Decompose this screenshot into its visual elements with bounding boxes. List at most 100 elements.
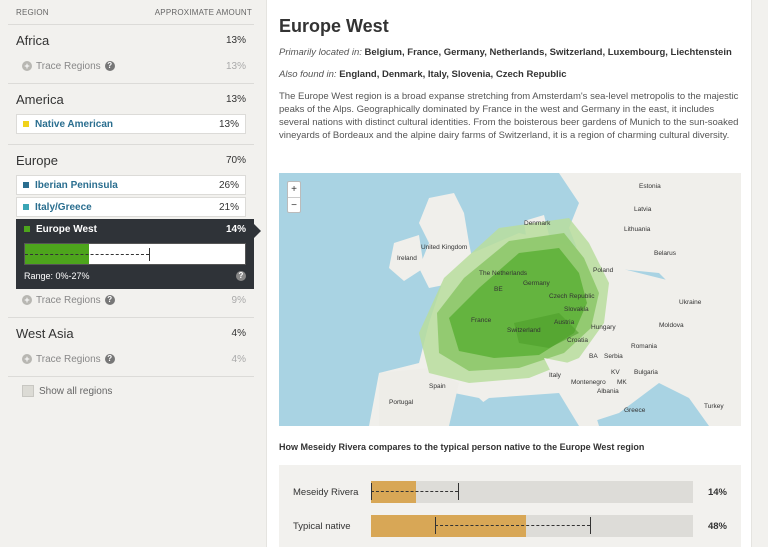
- map-label: Croatia: [567, 337, 588, 344]
- range-bar: [24, 243, 246, 265]
- row-bar: [371, 515, 693, 537]
- map-label: Lithuania: [624, 226, 651, 233]
- subregion-label: Italy/Greece: [35, 201, 92, 213]
- map-label: The Netherlands: [479, 270, 528, 277]
- show-all-checkbox[interactable]: [22, 385, 34, 397]
- primary-location: Primarily located in: Belgium, France, G…: [279, 47, 732, 58]
- map-label: Serbia: [604, 353, 623, 360]
- map-label: Ukraine: [679, 299, 702, 306]
- color-swatch: [23, 182, 29, 188]
- region-title: Europe West: [279, 16, 389, 36]
- trace-label: Trace Regions: [36, 294, 101, 306]
- plus-icon: +: [22, 354, 32, 364]
- region-header: REGION: [16, 8, 49, 17]
- map-label: Moldova: [659, 322, 684, 329]
- color-swatch: [23, 121, 29, 127]
- subregion-pct: 26%: [218, 179, 239, 191]
- row-range-end-tick: [457, 483, 459, 500]
- help-icon[interactable]: ?: [104, 295, 115, 305]
- map-label: Germany: [523, 280, 550, 287]
- color-swatch: [24, 226, 30, 232]
- group-africa[interactable]: Africa 13% + Trace Regions? 13%: [8, 24, 254, 83]
- map-label: Poland: [593, 267, 614, 274]
- range-end-tick: [149, 248, 151, 261]
- map-label: BE: [494, 286, 503, 293]
- map-label: Montenegro: [571, 379, 606, 386]
- map-label: Belarus: [654, 250, 677, 257]
- zoom-in-button[interactable]: +: [288, 182, 300, 197]
- subregion-europe-west-selected[interactable]: Europe West 14% Range: 0%-27% ?: [16, 219, 261, 289]
- map-label: Ireland: [397, 255, 417, 262]
- map-label: United Kingdom: [421, 244, 468, 251]
- help-icon[interactable]: ?: [236, 271, 246, 281]
- primary-label: Primarily located in:: [279, 47, 362, 58]
- region-list-panel: REGION APPROXIMATE AMOUNT Africa 13% + Tra…: [0, 0, 262, 547]
- trace-regions-west-asia[interactable]: + Trace Regions? 4%: [8, 348, 254, 370]
- range-label: Range: 0%-27%: [24, 271, 90, 281]
- region-description: The Europe West region is a broad expans…: [279, 91, 739, 141]
- map-zoom-control[interactable]: + −: [287, 181, 301, 213]
- trace-pct: 4%: [231, 353, 246, 365]
- subregion-iberian-peninsula[interactable]: Iberian Peninsula 26%: [16, 175, 246, 195]
- row-range-line: [435, 525, 590, 526]
- trace-label: Trace Regions: [36, 353, 101, 365]
- group-europe[interactable]: Europe 70% Iberian Peninsula 26% Italy/Gr…: [8, 144, 261, 317]
- map-label: Greece: [624, 407, 646, 414]
- help-icon[interactable]: ?: [104, 61, 115, 71]
- region-detail-panel: Europe West Primarily located in: Belgiu…: [266, 0, 752, 547]
- group-pct: 13%: [225, 93, 246, 105]
- group-name: West Asia: [16, 325, 74, 341]
- subregion-pct: 21%: [218, 201, 239, 213]
- group-pct: 70%: [225, 154, 246, 166]
- map-label: Romania: [631, 343, 658, 350]
- trace-label: Trace Regions: [36, 60, 101, 72]
- row-label: Typical native: [293, 520, 351, 532]
- row-fill: [371, 515, 526, 537]
- map-label: Austria: [554, 319, 575, 326]
- group-name: Europe: [16, 152, 58, 168]
- amount-header: APPROXIMATE AMOUNT: [154, 8, 252, 17]
- subregion-pct: 13%: [218, 118, 239, 130]
- region-map[interactable]: + − Estonia Latvia Lithuania Denmark United …: [279, 173, 741, 426]
- trace-regions-africa[interactable]: + Trace Regions? 13%: [8, 55, 254, 77]
- row-range-end-tick: [589, 517, 591, 534]
- zoom-out-button[interactable]: −: [288, 197, 300, 212]
- selection-arrow: [254, 224, 261, 238]
- subregion-label: Native American: [35, 118, 113, 130]
- color-swatch: [23, 204, 29, 210]
- map-label: Italy: [549, 372, 561, 379]
- plus-icon: +: [22, 61, 32, 71]
- comparison-row-typical: Typical native 48%: [279, 513, 741, 539]
- group-west-asia[interactable]: West Asia 4% + Trace Regions? 4%: [8, 317, 254, 376]
- map-label: Spain: [429, 383, 446, 390]
- subregion-label: Iberian Peninsula: [35, 179, 118, 191]
- subregion-native-american[interactable]: Native American 13%: [16, 114, 246, 134]
- also-countries: England, Denmark, Italy, Slovenia, Czech…: [339, 69, 567, 80]
- row-range-start-tick: [371, 483, 372, 500]
- map-label: Denmark: [524, 220, 551, 227]
- map-label: Estonia: [639, 183, 661, 190]
- trace-regions-europe[interactable]: + Trace Regions? 9%: [8, 289, 254, 311]
- map-label: Czech Republic: [549, 293, 595, 300]
- map-label: France: [471, 317, 492, 324]
- row-fill: [371, 481, 417, 503]
- subregion-italy-greece[interactable]: Italy/Greece 21%: [16, 197, 246, 217]
- map-label: MK: [617, 379, 627, 386]
- group-name: Africa: [16, 32, 50, 48]
- help-icon[interactable]: ?: [104, 354, 115, 364]
- row-pct: 14%: [707, 486, 727, 498]
- show-all-regions[interactable]: Show all regions: [8, 377, 254, 405]
- comparison-title: How Meseidy Rivera compares to the typic…: [279, 442, 645, 452]
- group-america[interactable]: America 13% Native American 13%: [8, 83, 254, 144]
- plus-icon: +: [22, 295, 32, 305]
- map-label: Slovakia: [564, 306, 589, 313]
- sea-lower: [449, 393, 579, 426]
- primary-countries: Belgium, France, Germany, Netherlands, S…: [364, 47, 732, 58]
- map-label: KV: [611, 369, 620, 376]
- row-label: Meseidy Rivera: [293, 486, 359, 498]
- comparison-row-user: Meseidy Rivera 14%: [279, 479, 741, 505]
- comparison-chart: Meseidy Rivera 14% Typical native 48%: [279, 465, 741, 547]
- trace-pct: 9%: [231, 294, 246, 306]
- trace-pct: 13%: [225, 60, 246, 72]
- map-label: Latvia: [634, 206, 652, 213]
